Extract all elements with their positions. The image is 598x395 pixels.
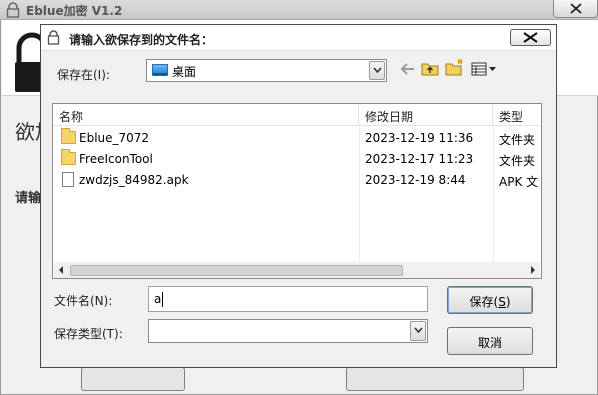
scroll-right-icon[interactable]	[530, 266, 536, 274]
save-in-value: 桌面	[172, 65, 197, 79]
file-list[interactable]: 名称 修改日期 类型 Eblue_7072 2023-12-19 11:36 文…	[52, 103, 542, 279]
file-type: 文件夹	[499, 154, 536, 168]
file-name: Eblue_7072	[79, 131, 150, 145]
file-modified: 2023-12-19 11:36	[365, 131, 474, 145]
view-menu-icon[interactable]	[471, 62, 497, 76]
horizontal-scrollbar[interactable]	[54, 262, 540, 278]
parent-titlebar: Eblue加密 V1.2	[0, 0, 598, 20]
filetype-dropdown-button[interactable]	[410, 321, 426, 341]
parent-button-left[interactable]	[81, 367, 185, 391]
dialog-title: 请输入欲保存到的文件名：	[69, 33, 214, 47]
column-header-modified[interactable]: 修改日期	[359, 104, 493, 126]
scroll-left-icon[interactable]	[58, 266, 64, 274]
save-in-label: 保存在(I):	[57, 68, 110, 82]
file-modified: 2023-12-17 11:23	[365, 152, 474, 166]
parent-button-right[interactable]	[346, 367, 524, 391]
filename-value: a	[154, 292, 162, 306]
save-button-label: 保存(	[469, 295, 499, 309]
filetype-combobox[interactable]	[148, 319, 428, 343]
lock-icon	[6, 2, 20, 18]
file-list-row[interactable]: zwdzjs_84982.apk 2023-12-19 8:44 APK 文件	[53, 170, 541, 191]
file-modified: 2023-12-19 8:44	[365, 173, 466, 187]
folder-icon	[61, 149, 76, 165]
save-button-accelerator: S	[498, 295, 506, 309]
scrollbar-thumb[interactable]	[70, 265, 403, 276]
file-type: APK 文件	[499, 175, 539, 189]
cancel-button[interactable]: 取消	[447, 327, 533, 355]
column-header-type[interactable]: 类型	[493, 104, 533, 126]
back-arrow-icon[interactable]	[401, 63, 415, 75]
desktop-icon	[152, 64, 168, 76]
parent-close-button[interactable]	[553, 0, 598, 18]
dialog-titlebar: 请输入欲保存到的文件名：	[41, 25, 556, 51]
chevron-down-icon	[414, 327, 423, 333]
new-folder-icon[interactable]	[445, 58, 465, 76]
file-list-header: 名称 修改日期 类型	[53, 104, 541, 126]
filename-label: 文件名(N):	[54, 294, 113, 308]
file-list-row[interactable]: Eblue_7072 2023-12-19 11:36 文件夹	[53, 128, 541, 149]
close-icon	[570, 3, 582, 14]
close-icon	[523, 32, 538, 43]
save-file-dialog: 请输入欲保存到的文件名： 保存在(I): 桌面 名称 修改日期 类型 Eblue…	[40, 24, 557, 368]
dialog-close-button[interactable]	[510, 29, 551, 46]
file-icon	[62, 172, 74, 187]
folder-icon	[61, 128, 76, 144]
parent-input-label: 请输	[15, 191, 42, 206]
chevron-down-icon	[373, 67, 382, 73]
file-list-row[interactable]: FreeIconTool 2023-12-17 11:23 文件夹	[53, 149, 541, 170]
file-name: zwdzjs_84982.apk	[79, 173, 189, 187]
lock-icon	[47, 30, 60, 45]
save-in-dropdown-button[interactable]	[369, 61, 385, 80]
filename-input[interactable]: a	[148, 286, 428, 312]
save-in-combobox[interactable]: 桌面	[146, 59, 387, 82]
file-name: FreeIconTool	[79, 152, 153, 166]
parent-window-title: Eblue加密 V1.2	[26, 4, 123, 18]
filetype-label: 保存类型(T):	[54, 327, 123, 341]
save-button[interactable]: 保存(S)	[447, 286, 533, 314]
text-caret	[162, 292, 163, 307]
save-button-label-end: )	[505, 295, 511, 309]
up-folder-icon[interactable]	[421, 61, 439, 76]
column-header-name[interactable]: 名称	[53, 104, 359, 126]
file-type: 文件夹	[499, 133, 536, 147]
